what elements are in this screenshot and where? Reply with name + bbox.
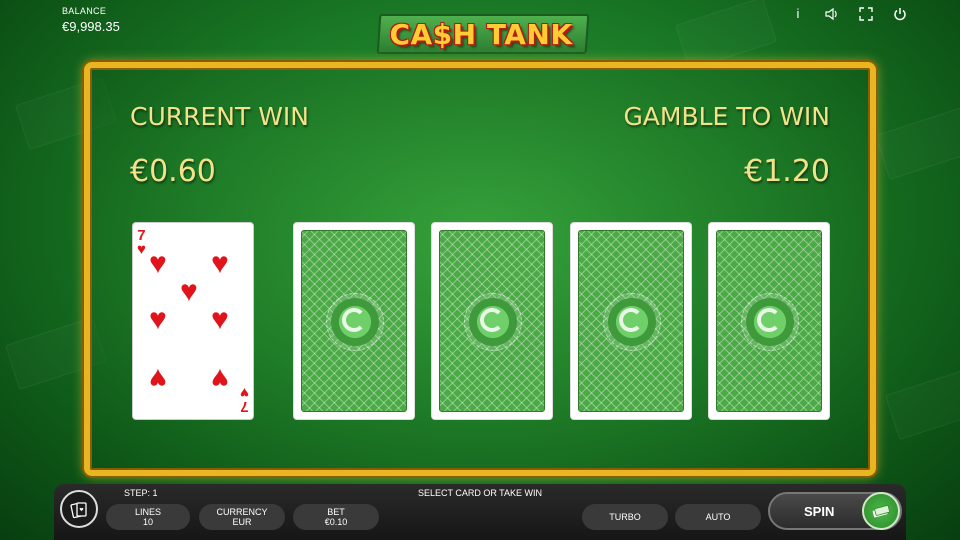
heart-icon: ♥ — [211, 303, 229, 336]
logo-emblem-icon — [741, 293, 799, 351]
heart-icon: ♥ — [137, 241, 146, 258]
card-back-2[interactable] — [431, 222, 553, 420]
card-corner-bottom: 7 ♥ — [240, 384, 249, 415]
card-back-3[interactable] — [570, 222, 692, 420]
top-controls: i — [790, 6, 908, 22]
sound-icon[interactable] — [824, 6, 840, 22]
gamble-panel: CURRENT WIN €0.60 GAMBLE TO WIN €1.20 7 ♥… — [84, 62, 876, 476]
lines-label: LINES — [134, 507, 161, 517]
background-note — [874, 106, 960, 181]
bet-label: BET — [327, 507, 345, 517]
dealer-card-seven-of-hearts: 7 ♥ ♥ ♥ ♥ ♥ ♥ ♥ ♥ 7 ♥ — [132, 222, 254, 420]
background-note — [674, 0, 778, 71]
turbo-button[interactable]: TURBO — [582, 504, 668, 530]
logo-emblem-icon — [603, 293, 661, 351]
card-back-1[interactable] — [293, 222, 415, 420]
heart-icon: ♥ — [240, 384, 249, 401]
logo-emblem-icon — [326, 293, 384, 351]
heart-icon: ♥ — [211, 362, 229, 395]
turbo-label: TURBO — [609, 512, 641, 522]
lines-value: 10 — [142, 517, 153, 527]
currency-value: EUR — [232, 517, 252, 527]
game-logo: CA$H TANK — [376, 6, 590, 54]
heart-icon: ♥ — [149, 362, 167, 395]
current-win-value: €0.60 — [130, 154, 216, 189]
card-back-pattern — [716, 230, 822, 412]
info-icon[interactable]: i — [790, 6, 806, 22]
bet-selector[interactable]: BET €0.10 — [293, 504, 379, 530]
card-back-4[interactable] — [708, 222, 830, 420]
logo-text: CA$H TANK — [389, 18, 573, 51]
logo-emblem-icon — [464, 293, 522, 351]
auto-button[interactable]: AUTO — [675, 504, 761, 530]
currency-selector[interactable]: CURRENCY EUR — [199, 504, 285, 530]
heart-icon: ♥ — [211, 247, 229, 280]
heart-icon: ♥ — [149, 303, 167, 336]
card-rank: 7 — [240, 398, 249, 415]
power-icon[interactable] — [892, 6, 908, 22]
current-win-label: CURRENT WIN — [130, 102, 310, 131]
card-back-pattern — [578, 230, 684, 412]
card-back-pattern — [301, 230, 407, 412]
balance-display: BALANCE €9,998.35 — [62, 6, 120, 34]
card-corner-top: 7 ♥ — [137, 228, 146, 258]
spin-label: SPIN — [804, 504, 835, 519]
balance-value: €9,998.35 — [62, 19, 120, 34]
currency-label: CURRENCY — [216, 507, 268, 517]
background-note — [884, 366, 960, 441]
bet-value: €0.10 — [324, 517, 348, 527]
gamble-cards-icon[interactable] — [60, 490, 98, 528]
gamble-to-win-label: GAMBLE TO WIN — [623, 102, 830, 131]
heart-icon: ♥ — [149, 247, 167, 280]
lines-selector[interactable]: LINES 10 — [106, 504, 190, 530]
auto-label: AUTO — [705, 512, 731, 522]
fullscreen-icon[interactable] — [858, 6, 874, 22]
cash-stack-icon — [862, 492, 900, 530]
balance-label: BALANCE — [62, 6, 107, 16]
heart-icon: ♥ — [180, 275, 198, 308]
card-back-pattern — [439, 230, 545, 412]
gamble-to-win-value: €1.20 — [744, 154, 830, 189]
spin-button[interactable]: SPIN — [768, 492, 902, 530]
